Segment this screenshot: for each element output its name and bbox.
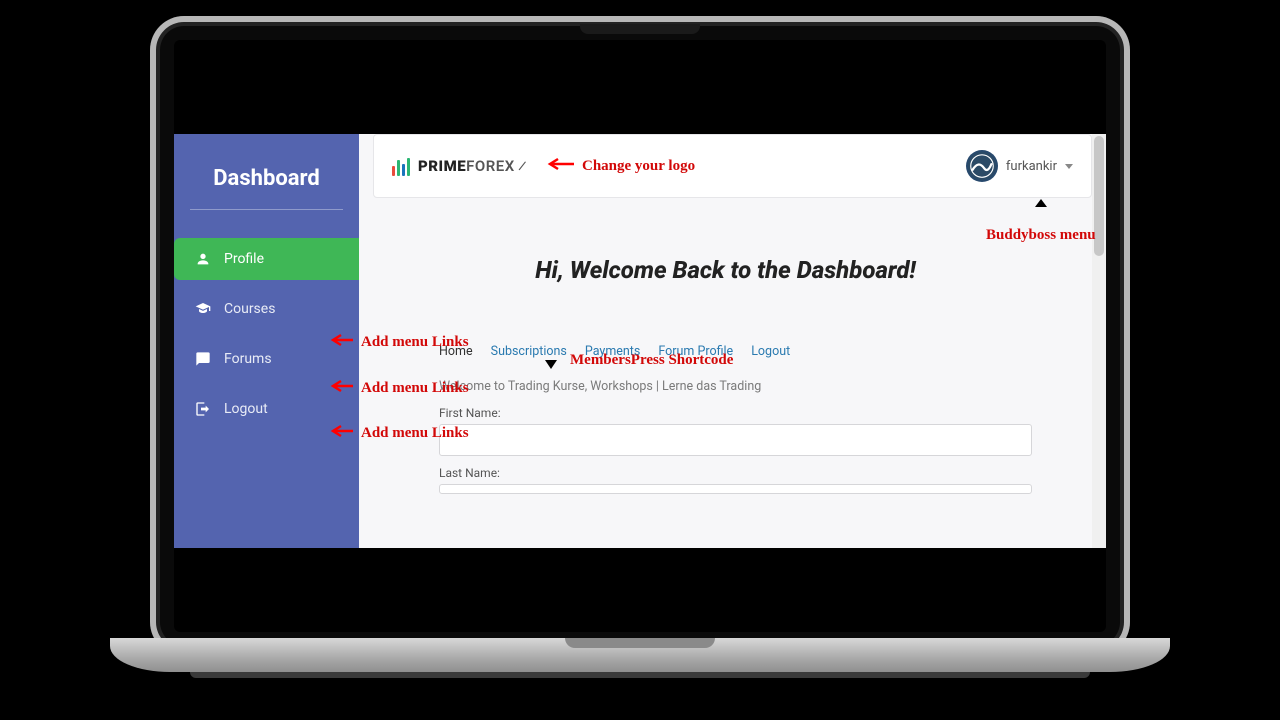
mp-nav-home[interactable]: Home xyxy=(439,344,473,359)
first-name-input[interactable] xyxy=(439,424,1032,456)
topbar: PRIMEFOREX ⁄ furkankir xyxy=(373,134,1092,198)
mp-nav-forum-profile[interactable]: Forum Profile xyxy=(658,344,733,359)
laptop-frame: Dashboard Profile Courses xyxy=(150,16,1130,656)
sidebar-title: Dashboard xyxy=(174,134,359,209)
sidebar-item-profile[interactable]: Profile xyxy=(174,238,359,280)
mp-nav-payments[interactable]: Payments xyxy=(585,344,640,359)
laptop-screen: Dashboard Profile Courses xyxy=(174,40,1106,632)
laptop-notch-cut xyxy=(565,638,715,648)
last-name-input[interactable] xyxy=(439,484,1032,494)
laptop-notch xyxy=(580,24,700,34)
laptop-foot xyxy=(190,672,1090,678)
mp-welcome-text: Welcome to Trading Kurse, Workshops | Le… xyxy=(439,379,1062,394)
user-menu[interactable]: furkankir xyxy=(966,150,1073,182)
scrollbar-thumb[interactable] xyxy=(1094,136,1104,256)
memberspress-nav: Home Subscriptions Payments Forum Profil… xyxy=(439,344,1062,359)
sidebar-item-forums[interactable]: Forums xyxy=(174,338,359,380)
welcome-heading: Hi, Welcome Back to the Dashboard! xyxy=(389,256,1062,284)
sidebar-item-label: Profile xyxy=(224,251,264,267)
sidebar-item-label: Forums xyxy=(224,351,272,367)
mp-nav-subscriptions[interactable]: Subscriptions xyxy=(491,344,567,359)
chevron-down-icon xyxy=(1065,164,1073,169)
avatar xyxy=(966,150,998,182)
sidebar-item-logout[interactable]: Logout xyxy=(174,388,359,430)
sidebar-divider xyxy=(190,209,343,210)
mp-nav-logout[interactable]: Logout xyxy=(751,344,790,359)
sidebar-item-courses[interactable]: Courses xyxy=(174,288,359,330)
main-area: PRIMEFOREX ⁄ furkankir Hi, Welcome Back … xyxy=(359,134,1092,548)
first-name-label: First Name: xyxy=(439,406,1062,420)
sidebar-item-label: Logout xyxy=(224,401,268,417)
app-viewport: Dashboard Profile Courses xyxy=(174,134,1106,548)
chat-icon xyxy=(194,350,212,368)
logo-bars-icon xyxy=(392,156,410,176)
content: Hi, Welcome Back to the Dashboard! Home … xyxy=(359,196,1092,548)
scrollbar[interactable] xyxy=(1092,134,1106,548)
sidebar-item-label: Courses xyxy=(224,301,275,317)
logo[interactable]: PRIMEFOREX ⁄ xyxy=(392,156,526,176)
last-name-label: Last Name: xyxy=(439,466,1062,480)
exit-icon xyxy=(194,400,212,418)
sidebar: Dashboard Profile Courses xyxy=(174,134,359,548)
username: furkankir xyxy=(1006,159,1057,174)
graduation-icon xyxy=(194,300,212,318)
laptop-base xyxy=(110,638,1170,672)
logo-text: PRIMEFOREX ⁄ xyxy=(418,157,526,175)
user-icon xyxy=(194,250,212,268)
